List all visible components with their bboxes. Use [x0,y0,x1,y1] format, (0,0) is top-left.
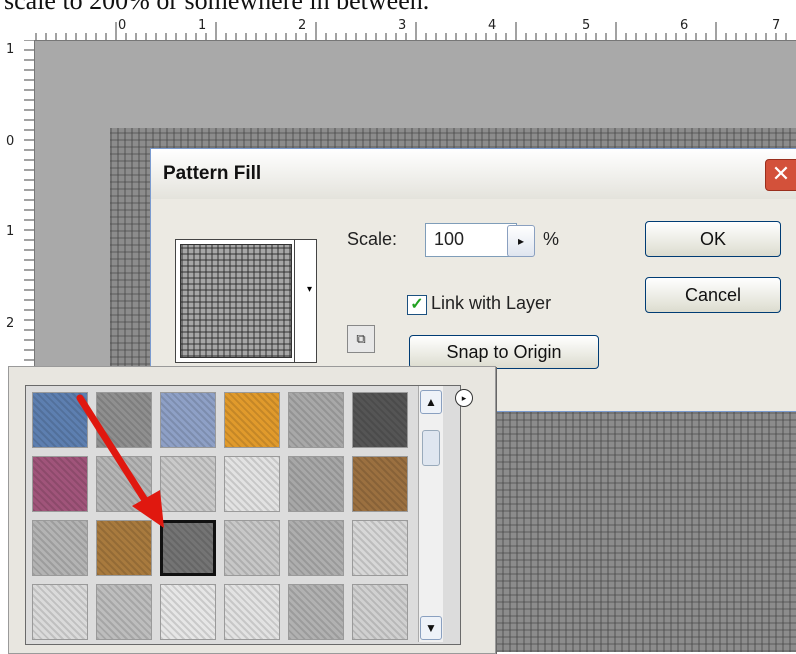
scroll-up-button[interactable]: ▲ [420,390,442,414]
chevron-up-icon: ▲ [425,395,437,409]
checkmark-icon: ✓ [410,296,424,313]
pattern-swatch-gray-grain[interactable] [96,584,152,640]
pattern-swatch-grid: ▲ ▼ [25,385,461,645]
pattern-swatch-gray-crumble[interactable] [288,456,344,512]
scroll-down-button[interactable]: ▼ [420,616,442,640]
pattern-swatch-pale-noise[interactable] [32,584,88,640]
pattern-preview-picker[interactable]: ▾ [175,239,317,363]
ruler-label: 1 [6,42,15,57]
pattern-swatch-gray-weave[interactable] [288,520,344,576]
scrollbar-track[interactable] [418,386,443,642]
preview-divider [294,240,295,362]
link-with-layer-checkbox[interactable]: ✓ [407,295,427,315]
ruler-label: 7 [772,18,781,33]
dialog-titlebar[interactable]: Pattern Fill ✕ [151,149,796,199]
ruler-label: 6 [680,18,689,33]
pattern-swatch-fine-weave[interactable] [352,584,408,640]
close-icon: ✕ [771,161,791,186]
pattern-swatch-gray-scribble[interactable] [96,456,152,512]
percent-unit: % [543,229,560,249]
ruler-label: 1 [198,18,207,33]
pattern-swatch-gray-smudge[interactable] [32,520,88,576]
pattern-swatch-colorful-cubes[interactable] [32,456,88,512]
pattern-swatch-brown-burlap[interactable] [96,520,152,576]
horizontal-ruler[interactable]: 0 1 2 3 4 5 6 7 [0,18,796,41]
ruler-label: 5 [582,18,591,33]
pattern-preview-swatch [180,244,292,358]
pattern-swatch-gray-stones[interactable] [96,392,152,448]
scrollbar-thumb[interactable] [422,430,440,466]
pattern-swatch-brown-canvas[interactable] [352,456,408,512]
pattern-swatch-mid-weave[interactable] [288,584,344,640]
pattern-swatch-white-noise[interactable] [160,456,216,512]
chevron-down-icon[interactable]: ▾ [307,284,312,295]
dialog-title: Pattern Fill [163,163,262,184]
ok-button[interactable]: OK [645,221,781,257]
pattern-swatch-blue-bubbles[interactable] [32,392,88,448]
scale-slider-button[interactable]: ▸ [507,225,535,257]
ruler-label: 4 [488,18,497,33]
ruler-label: 2 [298,18,307,33]
snap-to-origin-button[interactable]: Snap to Origin [409,335,599,369]
pattern-swatch-dots-line[interactable] [224,456,280,512]
close-button[interactable]: ✕ [765,159,796,191]
scale-label: Scale: [347,229,398,249]
ruler-label: 0 [118,18,127,33]
caption-text: scale to 200% or somewhere in between. [4,0,430,15]
link-with-layer-label[interactable]: Link with Layer [431,293,551,314]
play-icon: ▸ [461,393,467,403]
ruler-label: 2 [6,316,15,331]
chevron-down-icon: ▼ [425,621,437,635]
pattern-swatch-checker[interactable] [352,392,408,448]
pattern-swatch-light-gray[interactable] [224,520,280,576]
pattern-swatch-dark-weave[interactable] [160,520,216,576]
cancel-button[interactable]: Cancel [645,277,781,313]
ruler-label: 3 [398,18,407,33]
pattern-swatch-white-texture[interactable] [160,584,216,640]
ruler-label: 1 [6,224,15,239]
pattern-swatch-blue-fabric[interactable] [160,392,216,448]
pattern-swatch-grid-lines[interactable] [224,584,280,640]
new-preset-icon: ⧉ [356,331,366,346]
pattern-picker-popup: ▲ ▼ ▸ [8,366,496,654]
ruler-label: 0 [6,134,15,149]
pattern-swatch-marble[interactable] [288,392,344,448]
pattern-swatch-orange-paper[interactable] [224,392,280,448]
picker-menu-button[interactable]: ▸ [455,389,473,407]
scale-input[interactable]: 100 [425,223,517,257]
pattern-swatch-pale-gray[interactable] [352,520,408,576]
new-preset-button[interactable]: ⧉ [347,325,375,353]
chevron-right-icon: ▸ [517,234,525,248]
